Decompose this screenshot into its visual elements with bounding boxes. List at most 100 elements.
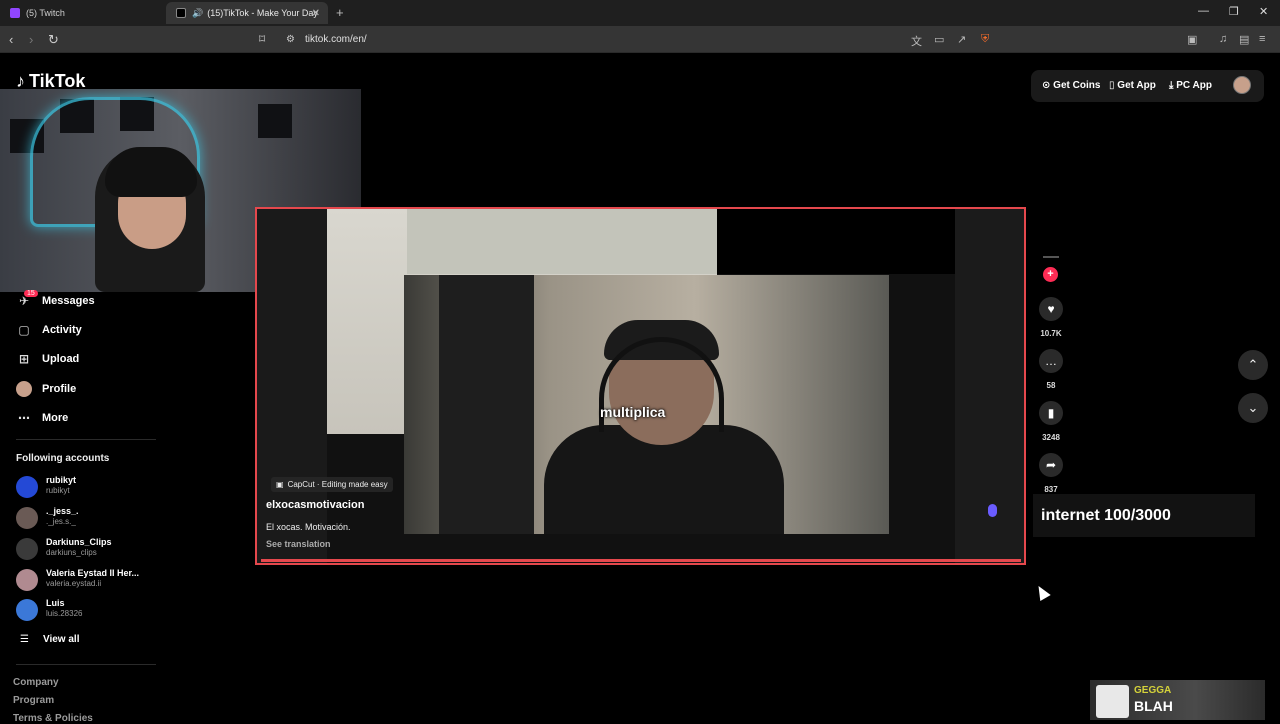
top-actions-bar: ⊙ Get Coins ▯ Get App ⤓ PC App [1031, 70, 1264, 102]
close-tab-icon[interactable]: ✕ [312, 8, 320, 19]
pc-app-button[interactable]: ⤓ PC App [1169, 80, 1212, 91]
like-button[interactable]: ♥ [1039, 297, 1063, 321]
sidebar-item-messages[interactable]: ✈ Messages [16, 294, 95, 308]
avatar [16, 599, 38, 621]
album-art [1096, 685, 1129, 718]
sidebar-item-label: Profile [42, 383, 77, 395]
footer-link-terms[interactable]: Terms & Policies [13, 713, 93, 724]
video-progress-bar[interactable] [261, 559, 1021, 562]
save-button[interactable]: ▮ [1039, 401, 1063, 425]
close-window-button[interactable]: ✕ [1259, 5, 1268, 18]
share-count: 837 [1044, 485, 1058, 494]
view-all-button[interactable]: ☰ View all [20, 634, 79, 645]
comment-button[interactable]: … [1039, 349, 1063, 373]
video-author[interactable]: elxocasmotivacion [266, 499, 364, 511]
bookmark-icon[interactable]: ⌑ [259, 32, 265, 46]
video-left-blur [257, 209, 327, 563]
account-item[interactable]: Darkiuns_Clips darkiuns_clips [16, 537, 166, 563]
avatar [16, 569, 38, 591]
user-avatar[interactable] [1233, 76, 1251, 94]
creator-avatar-edge [1043, 256, 1059, 258]
tab-title: (5) Twitch [26, 8, 65, 18]
account-name: Luis [46, 598, 65, 608]
divider [16, 439, 156, 440]
phone-icon: ▯ [1109, 80, 1115, 91]
now-playing-overlay: GEGGA BLAH [1090, 680, 1265, 720]
account-handle: darkiuns_clips [46, 548, 97, 557]
music-title: BLAH [1134, 698, 1173, 714]
save-count: 3248 [1042, 433, 1060, 442]
share-icon[interactable]: ↗ [957, 33, 966, 46]
download-icon: ⤓ [1169, 80, 1174, 91]
share-button[interactable]: ➦ [1039, 453, 1063, 477]
footer-link-company[interactable]: Company [13, 677, 59, 688]
maximize-button[interactable]: ❐ [1229, 5, 1239, 18]
sidebar-item-upload[interactable]: ⊞ Upload [16, 352, 79, 366]
cast-icon[interactable]: ▭ [934, 33, 944, 46]
forward-icon[interactable]: › [29, 32, 33, 47]
tiktok-icon [176, 8, 186, 18]
speaker-icon: 🔊 [192, 7, 204, 18]
translate-icon[interactable]: 文 [911, 33, 922, 49]
browser-tab-bar: (5) Twitch 🔊 (15)TikTok - Make Your Day … [0, 0, 1280, 26]
minimize-button[interactable]: — [1198, 5, 1209, 17]
site-info-icon[interactable]: ⚙ [286, 34, 295, 45]
messages-icon: ✈ [18, 294, 30, 308]
account-item[interactable]: Luis luis.28326 [16, 598, 166, 624]
account-handle: valeria.eystad.ii [46, 579, 102, 588]
capcut-label: CapCut · Editing made easy [287, 480, 388, 489]
coin-icon: ⊙ [1042, 80, 1051, 91]
video-description: El xocas. Motivación. [266, 522, 351, 532]
tab-tiktok[interactable]: 🔊 (15)TikTok - Make Your Day ✕ [166, 2, 328, 24]
next-video-button[interactable]: ⌄ [1238, 393, 1268, 423]
media-icon[interactable]: ♫ [1219, 33, 1227, 45]
get-coins-button[interactable]: ⊙ Get Coins [1042, 80, 1100, 91]
capcut-icon: ▣ [276, 480, 284, 489]
panel-icon[interactable]: ▤ [1239, 33, 1249, 46]
sidebar-item-label: Activity [42, 324, 82, 336]
divider [16, 664, 156, 665]
account-name: Darkiuns_Clips [46, 537, 112, 547]
video-player[interactable]: multiplica ▣ CapCut · Editing made easy … [255, 207, 1026, 565]
address-bar: ‹ › ↻ ⌑ ⚙ tiktok.com/en/ 文 ▭ ↗ ⛨ ▣ ♫ ▤ ≡ [0, 26, 1280, 53]
video-door [439, 275, 534, 534]
url-field[interactable]: tiktok.com/en/ [305, 34, 367, 45]
chevron-down-icon: ⌄ [1247, 400, 1259, 415]
share-arrow-icon: ➦ [1045, 458, 1057, 472]
account-item[interactable]: rubikyt rubikyt [16, 475, 166, 501]
sidebar-icon[interactable]: ▣ [1187, 33, 1197, 46]
tab-title: (15)TikTok - Make Your Day [207, 8, 318, 18]
account-name: ._jess_. [46, 506, 79, 516]
chevron-up-icon: ⌃ [1247, 357, 1259, 372]
upload-icon: ⊞ [18, 352, 30, 366]
volume-indicator [988, 504, 997, 517]
previous-video-button[interactable]: ⌃ [1238, 350, 1268, 380]
account-item[interactable]: ._jess_. ._jes.s._ [16, 506, 166, 532]
follow-button[interactable]: + [1043, 267, 1058, 282]
get-app-button[interactable]: ▯ Get App [1109, 80, 1156, 91]
sidebar-item-activity[interactable]: ▢ Activity [16, 323, 82, 337]
sidebar-item-label: Messages [42, 295, 95, 307]
account-item[interactable]: Valeria Eystad II Her... valeria.eystad.… [16, 568, 166, 594]
back-icon[interactable]: ‹ [9, 32, 13, 47]
menu-icon[interactable]: ≡ [1259, 33, 1265, 45]
sidebar-item-more[interactable]: ⋯ More [16, 411, 68, 425]
activity-icon: ▢ [18, 323, 30, 337]
new-tab-button[interactable]: + [336, 5, 344, 20]
account-handle: luis.28326 [46, 609, 83, 618]
sidebar-item-label: Upload [42, 353, 80, 365]
video-caption: multiplica [600, 404, 666, 420]
footer-link-program[interactable]: Program [13, 695, 54, 706]
capcut-tag[interactable]: ▣ CapCut · Editing made easy [271, 477, 393, 492]
video-background-top [407, 209, 717, 274]
view-all-label: View all [42, 634, 80, 645]
account-name: rubikyt [46, 475, 77, 485]
see-translation-link[interactable]: See translation [266, 539, 331, 549]
internet-overlay: internet 100/3000 [1033, 494, 1255, 537]
brave-shield-icon[interactable]: ⛨ [981, 33, 989, 46]
account-handle: rubikyt [46, 486, 70, 495]
tab-twitch[interactable]: (5) Twitch [0, 2, 166, 24]
reload-icon[interactable]: ↻ [48, 32, 59, 48]
sidebar-item-label: More [42, 412, 69, 424]
sidebar-item-profile[interactable]: Profile [16, 381, 76, 397]
